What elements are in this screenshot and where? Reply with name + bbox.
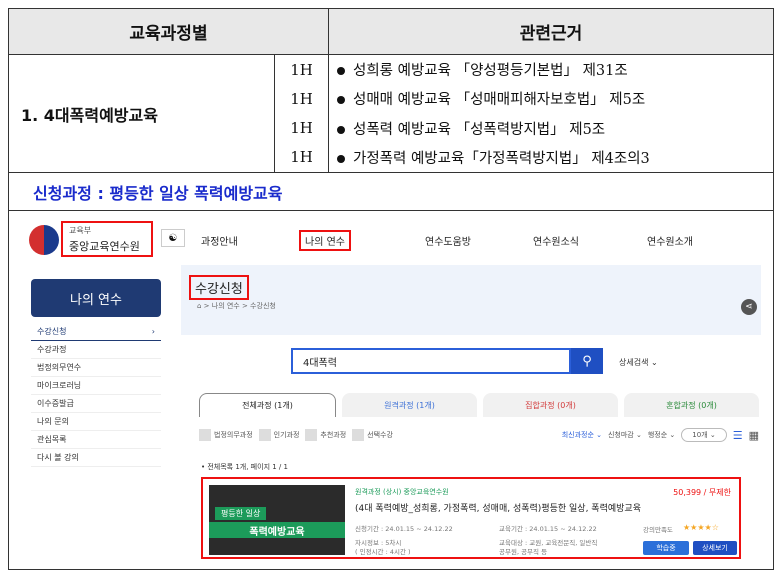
sidebar-item-microlearning[interactable]: 마이크로러닝 (31, 377, 161, 395)
sidebar-item-apply[interactable]: 수강신청 › (31, 323, 161, 341)
laws-column: 성희롱 예방교육 「양성평등기본법」 제31조 성매매 예방교육 「성매매피해자… (329, 55, 773, 172)
course-price: 50,399 / 무제한 (673, 488, 731, 497)
rating-stars-icon: ★★★★☆ (683, 523, 719, 532)
credits-hours: ( 인정시간 : 4시간 ) (355, 548, 411, 556)
filter-elective[interactable]: 선택수강 (352, 429, 393, 441)
table-row: 1. 4대폭력예방교육 1H 1H 1H 1H 성희롱 예방교육 「양성평등기본… (9, 55, 773, 173)
sidebar-title: 나의 연수 (31, 279, 161, 317)
page-title: 수강신청 (189, 275, 249, 300)
bullet-icon (337, 125, 345, 134)
search-input[interactable]: 4대폭력 (291, 348, 571, 374)
list-view-icon[interactable]: ☰ (733, 429, 743, 442)
header-basis: 관련근거 (519, 24, 583, 44)
checkbox-icon (305, 429, 318, 441)
hour-cell: 1H (290, 89, 313, 108)
tab-all[interactable]: 전체과정 (1개) (199, 393, 336, 417)
law-item: 성폭력 예방교육 「성폭력방지법」 제5조 (337, 118, 773, 139)
course-label: 1. 4대폭력예방교육 (9, 55, 275, 172)
sort-latest[interactable]: 최신과정순 ⌄ (562, 430, 602, 440)
tab-remote[interactable]: 원격과정 (1개) (342, 393, 477, 417)
advanced-search-toggle[interactable]: 상세검색 ⌄ (619, 357, 658, 368)
course-tag: 원격과정 (상시) 중앙교육연수원 (355, 488, 449, 496)
search-button[interactable]: ⚲ (571, 348, 603, 374)
logo-box[interactable]: 교육부 중앙교육연수원 (61, 221, 153, 257)
edu-period: 교육기간 : 24.01.15 ~ 24.12.22 (499, 525, 597, 533)
satisfaction-label: 강의만족도 (643, 526, 673, 534)
thumb-line2: 폭력예방교육 (209, 522, 345, 538)
nav-my-training[interactable]: 나의 연수 (299, 230, 351, 251)
filter-mandatory[interactable]: 법정의무과정 (199, 429, 253, 441)
filter-recommended[interactable]: 추천과정 (305, 429, 346, 441)
page-size-select[interactable]: 10개 ⌄ (681, 428, 727, 442)
tab-group[interactable]: 집합과정 (0개) (483, 393, 618, 417)
thumb-line1: 평등한 일상 (215, 507, 267, 520)
target-info2: 공무원, 공무직 등 (499, 548, 548, 556)
header-course: 교육과정별 (9, 9, 329, 54)
law-item: 가정폭력 예방교육「가정폭력방지법」 제4조의3 (337, 147, 773, 168)
nav-help[interactable]: 연수도움방 (425, 233, 471, 248)
course-card[interactable]: 평등한 일상 폭력예방교육 원격과정 (상시) 중앙교육연수원 50,399 /… (201, 477, 741, 559)
law-item: 성희롱 예방교육 「양성평등기본법」 제31조 (337, 59, 773, 80)
law-item: 성매매 예방교육 「성매매피해자보호법」 제5조 (337, 88, 773, 109)
hour-cell: 1H (290, 60, 313, 79)
website-screenshot: 교육부 중앙교육연수원 ☯ 과정안내 나의 연수 연수도움방 연수원소식 연수원… (21, 215, 761, 567)
logo-title: 중앙교육연수원 (69, 240, 140, 253)
sidebar-item-courses[interactable]: 수강과정 (31, 341, 161, 359)
document-frame: 교육과정별 관련근거 1. 4대폭력예방교육 1H 1H 1H 1H 성희롱 예… (8, 8, 774, 570)
chevron-right-icon: › (151, 327, 155, 336)
course-tabs: 전체과정 (1개) 원격과정 (1개) 집합과정 (0개) 혼합과정 (0개) (199, 393, 759, 417)
apply-course-text: 신청과정 : 평등한 일상 폭력예방교육 (9, 173, 773, 211)
sort-admin[interactable]: 행정순 ⌄ (648, 430, 675, 440)
course-thumbnail[interactable]: 평등한 일상 폭력예방교육 (209, 485, 345, 555)
sidebar-item-mandatory[interactable]: 법정의무연수 (31, 359, 161, 377)
logo-emblem-icon (29, 225, 59, 255)
bullet-icon (337, 67, 345, 76)
hours-column: 1H 1H 1H 1H (275, 55, 329, 172)
grid-view-icon[interactable]: ▦ (749, 429, 759, 442)
apply-period: 신청기간 : 24.01.15 ~ 24.12.22 (355, 525, 453, 533)
sidebar: 나의 연수 수강신청 › 수강과정 법정의무연수 마이크로러닝 이수증발급 나의 … (31, 279, 161, 479)
nav-about[interactable]: 연수원소개 (647, 233, 693, 248)
nav-news[interactable]: 연수원소식 (533, 233, 579, 248)
hour-cell: 1H (290, 119, 313, 138)
detail-button[interactable]: 상세보기 (693, 541, 737, 555)
filter-bar: 법정의무과정 인기과정 추천과정 선택수강 최신과정순 ⌄ 신청마감 ⌄ 행정순… (199, 427, 759, 443)
logo-subtitle: 교육부 (69, 226, 92, 235)
sidebar-item-inquiry[interactable]: 나의 문의 (31, 413, 161, 431)
breadcrumb: ⌂ > 나의 연수 > 수강신청 (197, 302, 276, 310)
hour-cell: 1H (290, 148, 313, 167)
course-title[interactable]: (4대 폭력예방_성희롱, 가정폭력, 성매매, 성폭력)평등한 일상, 폭력예… (355, 501, 641, 514)
tab-mixed[interactable]: 혼합과정 (0개) (624, 393, 759, 417)
sort-deadline[interactable]: 신청마감 ⌄ (608, 430, 642, 440)
sidebar-item-certificate[interactable]: 이수증발급 (31, 395, 161, 413)
checkbox-icon (258, 429, 271, 441)
checkbox-icon (199, 429, 211, 441)
search-icon: ⚲ (582, 353, 592, 369)
page-banner (181, 265, 761, 335)
taegeuk-flag-icon: ☯ (161, 229, 185, 247)
sidebar-item-favorites[interactable]: 관심목록 (31, 431, 161, 449)
nav-course-info[interactable]: 과정안내 (201, 233, 238, 248)
table-header: 교육과정별 관련근거 (9, 9, 773, 55)
learning-button[interactable]: 학습중 (643, 541, 689, 555)
checkbox-icon (352, 429, 365, 441)
filter-popular[interactable]: 인기과정 (258, 429, 299, 441)
bullet-icon (337, 154, 345, 163)
share-icon[interactable]: ⋖ (741, 299, 757, 315)
sidebar-item-rewatch[interactable]: 다시 볼 강의 (31, 449, 161, 467)
result-count: • 전체목록 1개, 페이지 1 / 1 (201, 463, 288, 471)
bullet-icon (337, 96, 345, 105)
